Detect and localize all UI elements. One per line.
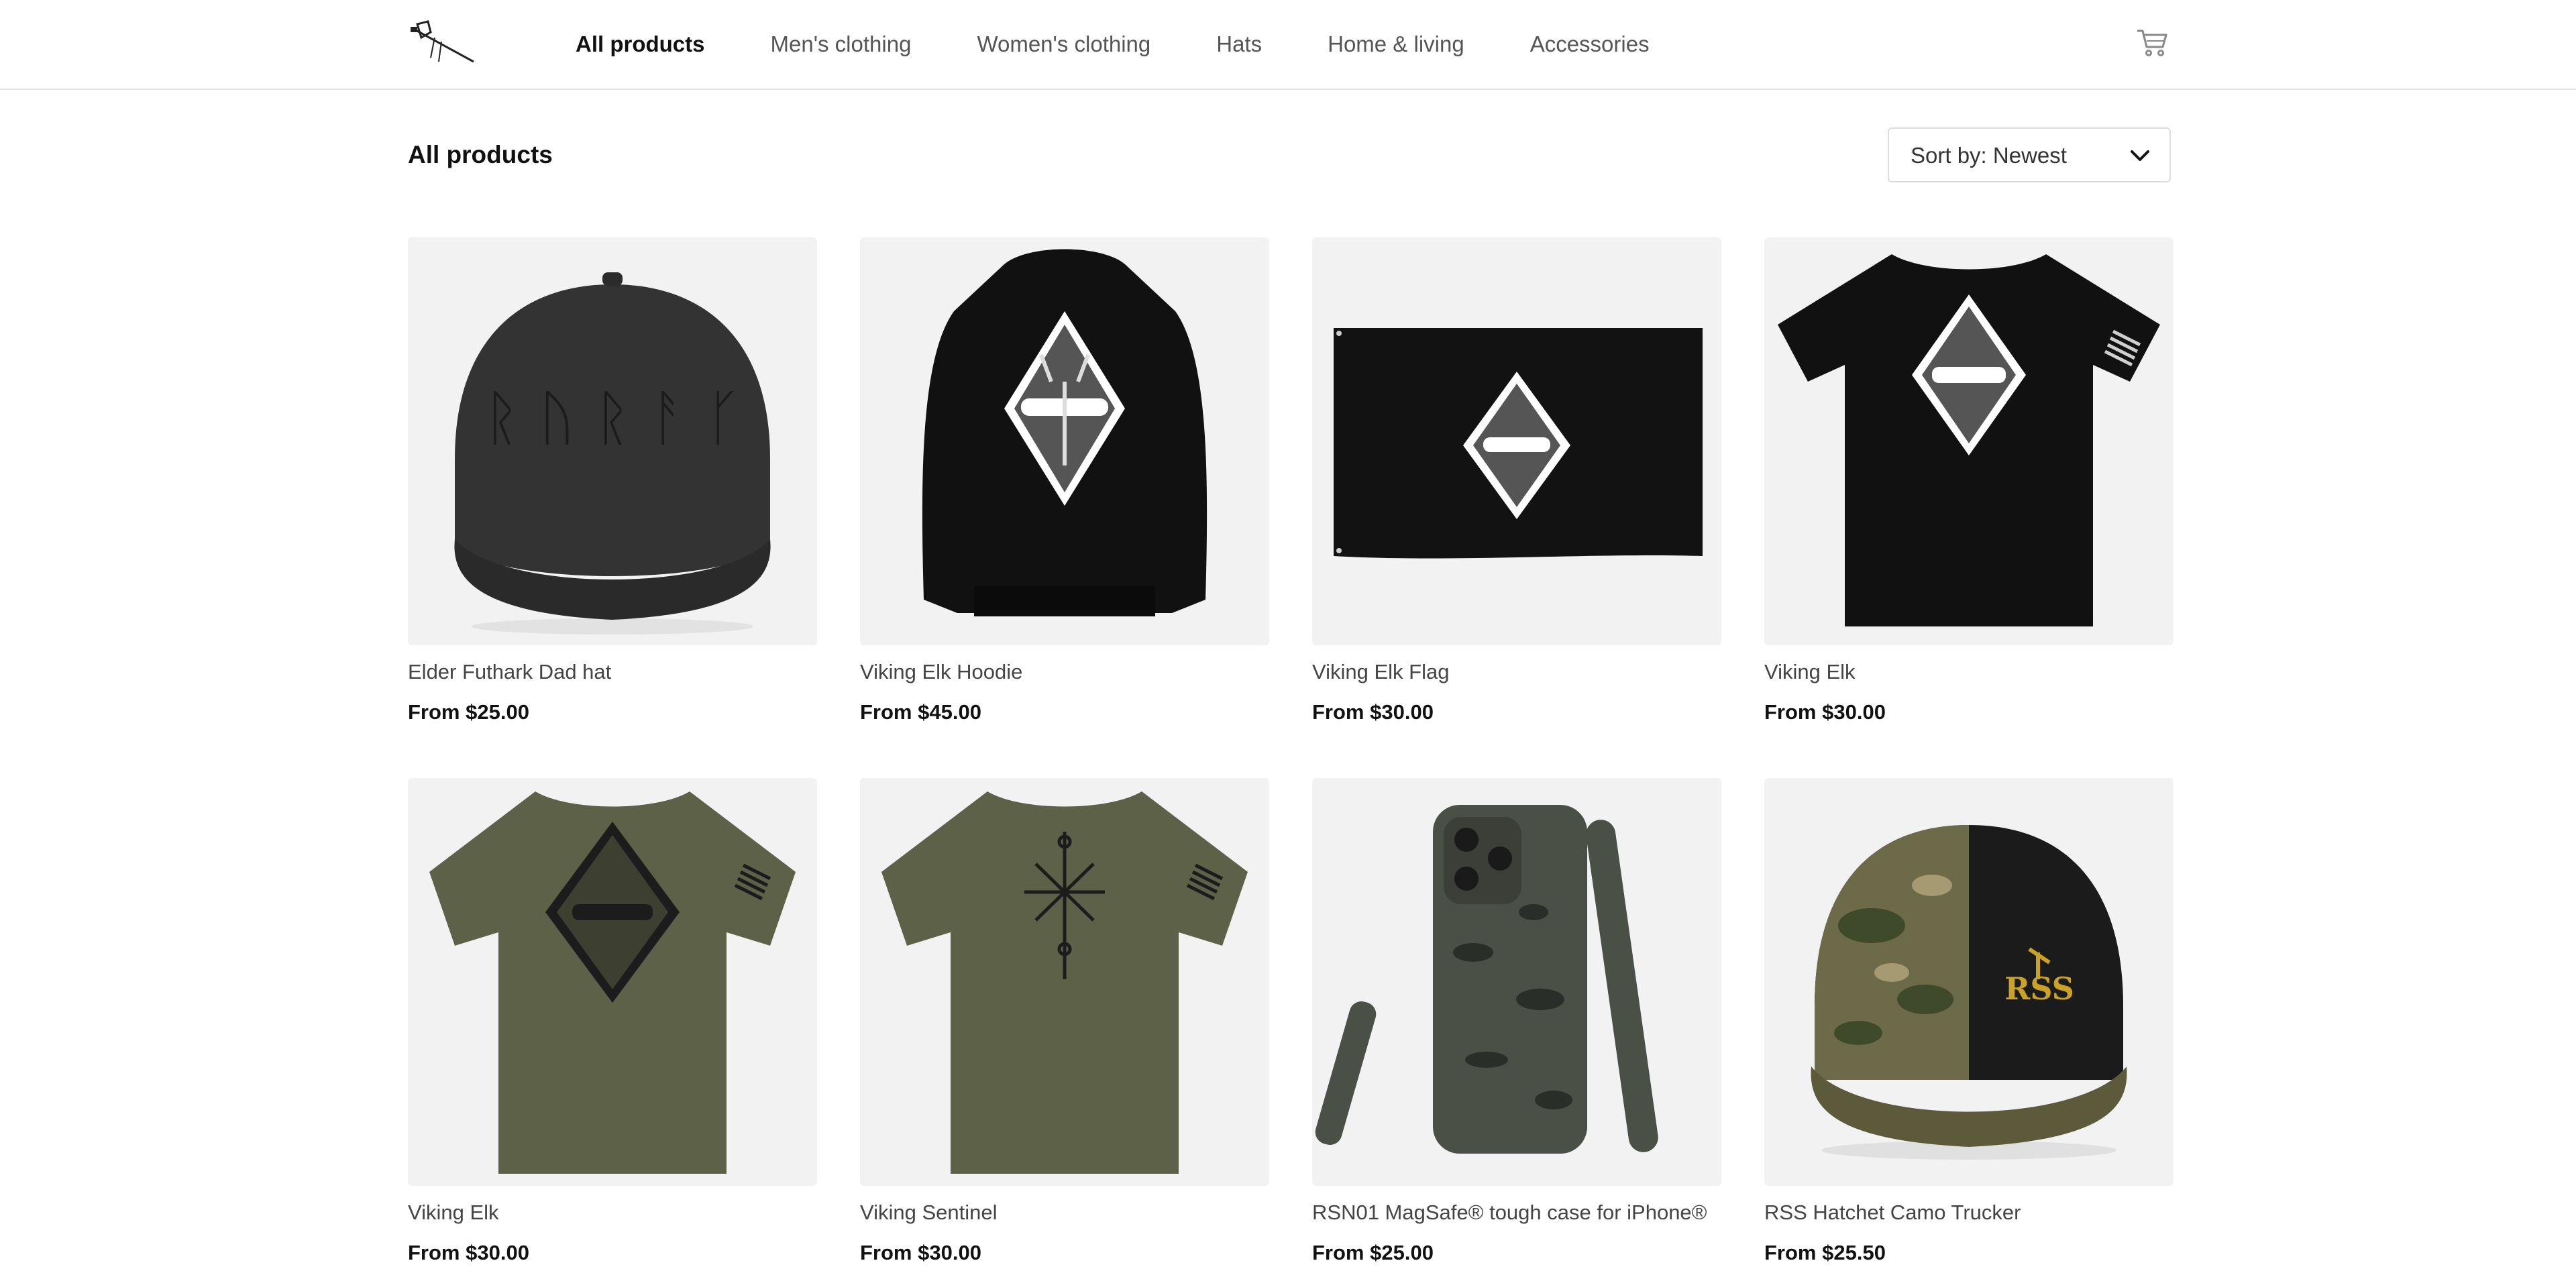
product-image[interactable] [860,778,1269,1186]
product-name[interactable]: Viking Elk [1764,660,2174,684]
product-card[interactable]: Viking Elk Hoodie From $45.00 [860,237,1269,724]
nav-accessories[interactable]: Accessories [1530,32,1650,57]
chevron-down-icon [2128,145,2152,166]
product-card[interactable]: Viking Elk From $30.00 [408,778,817,1265]
nav-womens-clothing[interactable]: Women's clothing [977,32,1150,57]
product-card[interactable]: RSN01 MagSafe® tough case for iPhone® Fr… [1312,778,1721,1265]
nav-mens-clothing[interactable]: Men's clothing [771,32,912,57]
svg-text:ᚱ ᚢ ᚱ ᚨ ᚴ: ᚱ ᚢ ᚱ ᚨ ᚴ [484,383,741,453]
product-price: From $25.00 [408,700,529,724]
product-image[interactable] [1312,237,1721,645]
product-name[interactable]: RSN01 MagSafe® tough case for iPhone® [1312,1201,1721,1225]
product-image[interactable] [1764,237,2174,645]
product-price: From $25.50 [1764,1241,1886,1264]
product-price: From $45.00 [860,700,981,724]
product-name[interactable]: Viking Elk [408,1201,817,1225]
sort-dropdown[interactable]: Sort by: Newest [1888,127,2171,182]
product-image[interactable]: ᚱ ᚢ ᚱ ᚨ ᚴ [408,237,817,645]
product-price: From $25.00 [1312,1241,1434,1264]
product-image[interactable] [860,237,1269,645]
product-card[interactable]: Viking Elk From $30.00 [1764,237,2174,724]
product-price: From $30.00 [408,1241,529,1264]
site-header: All products Men's clothing Women's clot… [0,0,2576,90]
product-card[interactable]: Viking Sentinel From $30.00 [860,778,1269,1265]
product-name[interactable]: Viking Elk Flag [1312,660,1721,684]
product-price: From $30.00 [1312,700,1434,724]
product-price: From $30.00 [860,1241,981,1264]
product-image[interactable] [1312,778,1721,1186]
main-nav: All products Men's clothing Women's clot… [576,0,1715,89]
product-name[interactable]: Viking Elk Hoodie [860,660,1269,684]
product-card[interactable]: ᚱ ᚢ ᚱ ᚨ ᚴ Elder Futhark Dad hat From $25… [408,237,817,724]
product-name[interactable]: RSS Hatchet Camo Trucker [1764,1201,2174,1225]
product-price: From $30.00 [1764,700,1886,724]
cart-icon[interactable] [2136,27,2168,58]
product-image[interactable] [408,778,817,1186]
nav-all-products[interactable]: All products [576,32,705,57]
product-name[interactable]: Viking Sentinel [860,1201,1269,1225]
sort-label: Sort by: Newest [1911,143,2067,168]
page-title: All products [408,141,553,168]
product-name[interactable]: Elder Futhark Dad hat [408,660,817,684]
product-image[interactable]: RSS [1764,778,2174,1186]
nav-home-living[interactable]: Home & living [1328,32,1464,57]
product-card[interactable]: RSS RSS Hatchet Camo Trucker From $25.50 [1764,778,2174,1265]
product-card[interactable]: Viking Elk Flag From $30.00 [1312,237,1721,724]
hatchet-logo-icon[interactable] [408,17,479,68]
nav-hats[interactable]: Hats [1216,32,1262,57]
